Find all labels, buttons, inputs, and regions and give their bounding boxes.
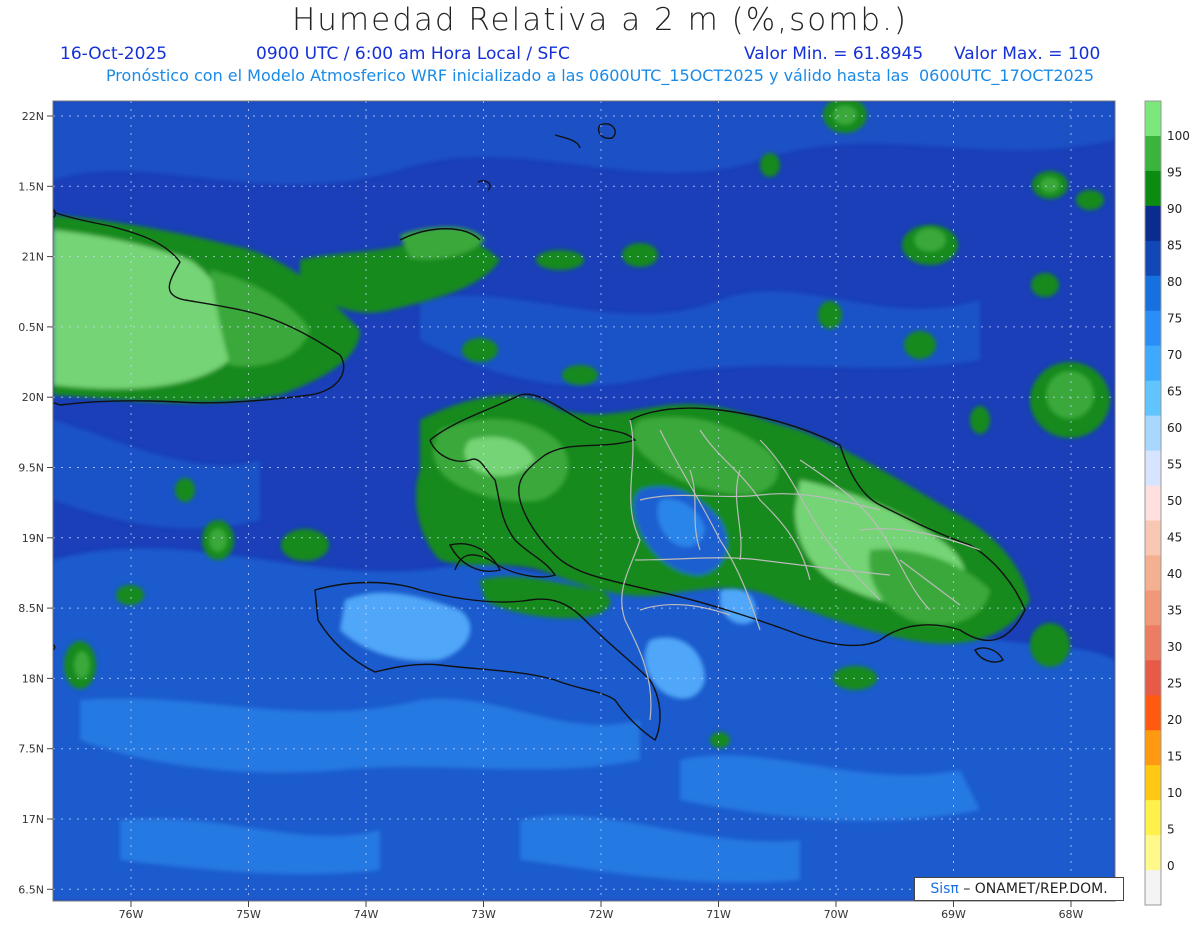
colorbar-swatch: [1145, 555, 1161, 591]
colorbar-swatch: [1145, 520, 1161, 556]
colorbar-swatch: [1145, 870, 1161, 906]
colorbar-swatch: [1145, 170, 1161, 207]
lat-tick-label: 21N: [22, 251, 44, 264]
colorbar-label: 30: [1167, 640, 1182, 654]
colorbar: 1009590858075706560555045403530252015105…: [1144, 100, 1190, 906]
colorbar-label: 75: [1167, 312, 1182, 326]
lon-tick-label: 75W: [236, 908, 261, 921]
lat-tick-label: 19N: [22, 532, 44, 545]
colorbar-swatch: [1145, 205, 1161, 242]
colorbar-label: 70: [1167, 348, 1182, 362]
colorbar-label: 15: [1167, 750, 1182, 764]
colorbar-label: 20: [1167, 713, 1182, 727]
credit-text: – ONAMET/REP.DOM.: [963, 881, 1108, 897]
colorbar-swatch: [1145, 450, 1161, 487]
lon-tick-label: 72W: [589, 908, 614, 921]
credit-box: Sisπ – ONAMET/REP.DOM.: [914, 877, 1124, 901]
colorbar-swatch: [1145, 380, 1161, 417]
colorbar-swatch: [1145, 660, 1161, 696]
colorbar-label: 10: [1167, 786, 1182, 800]
lat-tick-label: 22N: [22, 110, 44, 123]
colorbar-label: 100: [1167, 129, 1190, 143]
lat-tick-label: 0.5N: [18, 321, 44, 334]
colorbar-swatch: [1145, 275, 1161, 312]
colorbar-label: 45: [1167, 531, 1182, 545]
colorbar-swatch: [1145, 101, 1161, 137]
lat-tick-label: 6.5N: [18, 883, 44, 896]
colorbar-swatch: [1145, 730, 1161, 766]
colorbar-swatch: [1145, 835, 1161, 871]
colorbar-label: 85: [1167, 239, 1182, 253]
colorbar-swatch: [1145, 135, 1161, 172]
lon-tick-label: 71W: [706, 908, 731, 921]
colorbar-swatch: [1145, 590, 1161, 626]
colorbar-label: 95: [1167, 166, 1182, 180]
colorbar-swatch: [1145, 310, 1161, 347]
longitude-axis: 76W 75W 74W 73W 72W 71W 70W 69W 68W: [119, 901, 1084, 921]
humidity-field: [53, 101, 1115, 901]
lat-tick-label: 9.5N: [18, 462, 44, 475]
latitude-axis: 22N 1.5N 21N 0.5N 20N 9.5N 19N 8.5N 18N 7.5N 17N 6.…: [18, 110, 53, 896]
lon-tick-label: 69W: [941, 908, 966, 921]
colorbar-swatch: [1145, 800, 1161, 836]
lon-tick-label: 68W: [1059, 908, 1084, 921]
lat-tick-label: 17N: [22, 813, 44, 826]
lon-tick-label: 73W: [471, 908, 496, 921]
colorbar-swatch: [1145, 345, 1161, 382]
colorbar-swatch: [1145, 765, 1161, 801]
colorbar-swatch: [1145, 485, 1161, 521]
colorbar-label: 90: [1167, 202, 1182, 216]
colorbar-label: 0: [1167, 859, 1175, 873]
colorbar-label: 25: [1167, 677, 1182, 691]
colorbar-swatch: [1145, 625, 1161, 661]
colorbar-label: 5: [1167, 823, 1175, 837]
colorbar-swatch: [1145, 415, 1161, 452]
colorbar-label: 55: [1167, 458, 1182, 472]
lon-tick-label: 76W: [119, 908, 144, 921]
humidity-map: 22N 1.5N 21N 0.5N 20N 9.5N 19N 8.5N 18N 7.5N 17N 6.…: [18, 100, 1190, 921]
colorbar-label: 35: [1167, 604, 1182, 618]
colorbar-swatch: [1145, 240, 1161, 277]
colorbar-label: 80: [1167, 275, 1182, 289]
colorbar-label: 40: [1167, 567, 1182, 581]
lat-tick-label: 8.5N: [18, 602, 44, 615]
colorbar-swatch: [1145, 695, 1161, 731]
sispi-logo: Sisπ: [930, 881, 959, 897]
lat-tick-label: 7.5N: [18, 743, 44, 756]
colorbar-label: 60: [1167, 421, 1182, 435]
lat-tick-label: 1.5N: [18, 180, 44, 193]
lat-tick-label: 20N: [22, 391, 44, 404]
lon-tick-label: 70W: [824, 908, 849, 921]
colorbar-label: 65: [1167, 385, 1182, 399]
lat-tick-label: 18N: [22, 672, 44, 685]
colorbar-label: 50: [1167, 494, 1182, 508]
lon-tick-label: 74W: [354, 908, 379, 921]
